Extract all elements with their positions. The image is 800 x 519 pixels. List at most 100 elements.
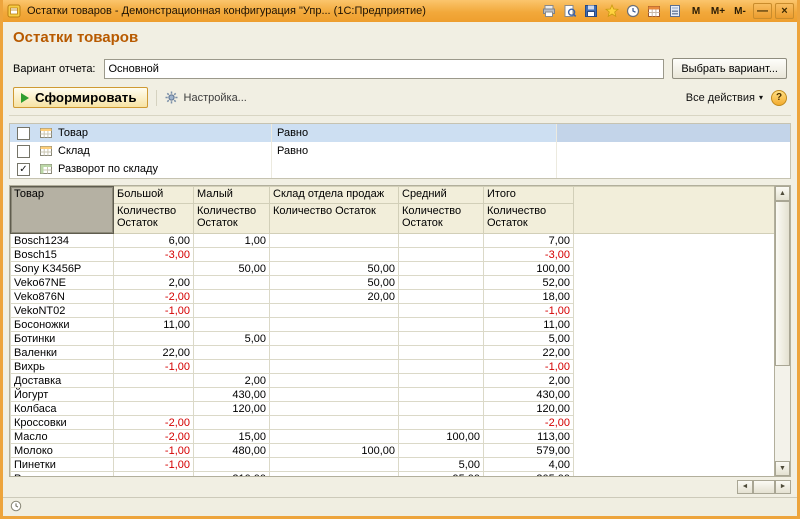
vertical-scrollbar[interactable]: ▲ ▼: [774, 186, 790, 476]
filter-checkbox[interactable]: [10, 124, 37, 142]
quantity-cell[interactable]: [270, 318, 399, 332]
quantity-cell[interactable]: [270, 374, 399, 388]
quantity-cell[interactable]: 5,00: [484, 332, 574, 346]
product-name-cell[interactable]: Йогурт: [11, 388, 114, 402]
quantity-cell[interactable]: 305,00: [484, 472, 574, 477]
save-icon[interactable]: [581, 3, 600, 20]
product-name-cell[interactable]: Кроссовки: [11, 416, 114, 430]
col-subheader[interactable]: Количество Остаток: [270, 204, 399, 234]
quantity-cell[interactable]: [270, 346, 399, 360]
quantity-cell[interactable]: -2,00: [114, 416, 194, 430]
quantity-cell[interactable]: 120,00: [194, 402, 270, 416]
table-row[interactable]: Bosch15-3,00-3,00: [11, 248, 775, 262]
table-row[interactable]: Bosch12346,001,007,00: [11, 234, 775, 248]
table-row[interactable]: VekoNT02-1,00-1,00: [11, 304, 775, 318]
scroll-up-button[interactable]: ▲: [775, 186, 790, 201]
quantity-cell[interactable]: [399, 444, 484, 458]
product-name-cell[interactable]: Доставка: [11, 374, 114, 388]
table-row[interactable]: Sony K3456P50,0050,00100,00: [11, 262, 775, 276]
quantity-cell[interactable]: 20,00: [270, 290, 399, 304]
quantity-cell[interactable]: [270, 234, 399, 248]
quantity-cell[interactable]: [194, 416, 270, 430]
table-row[interactable]: Ряженка210,0095,00305,00: [11, 472, 775, 477]
quantity-cell[interactable]: [399, 318, 484, 332]
memory-m-plus-button[interactable]: M+: [708, 3, 728, 19]
quantity-cell[interactable]: -1,00: [484, 304, 574, 318]
quantity-cell[interactable]: -1,00: [114, 304, 194, 318]
quantity-cell[interactable]: [399, 290, 484, 304]
quantity-cell[interactable]: 5,00: [194, 332, 270, 346]
filter-checkbox[interactable]: [10, 142, 37, 160]
scrollbar-thumb[interactable]: [775, 201, 790, 366]
col-group-maly[interactable]: Малый: [194, 187, 270, 204]
table-row[interactable]: Ботинки5,005,00: [11, 332, 775, 346]
col-subheader[interactable]: Количество Остаток: [484, 204, 574, 234]
quantity-cell[interactable]: 1,00: [194, 234, 270, 248]
quantity-cell[interactable]: [194, 248, 270, 262]
quantity-cell[interactable]: 95,00: [399, 472, 484, 477]
quantity-cell[interactable]: 100,00: [270, 444, 399, 458]
product-name-cell[interactable]: Колбаса: [11, 402, 114, 416]
quantity-cell[interactable]: [194, 290, 270, 304]
col-subheader[interactable]: Количество Остаток: [114, 204, 194, 234]
quantity-cell[interactable]: -1,00: [484, 360, 574, 374]
calculator-icon[interactable]: [665, 3, 684, 20]
favorites-star-icon[interactable]: [602, 3, 621, 20]
quantity-cell[interactable]: [194, 276, 270, 290]
quantity-cell[interactable]: [399, 248, 484, 262]
quantity-cell[interactable]: [399, 234, 484, 248]
filter-row[interactable]: СкладРавно: [10, 142, 790, 160]
quantity-cell[interactable]: 50,00: [194, 262, 270, 276]
col-group-bolshoy[interactable]: Большой: [114, 187, 194, 204]
table-row[interactable]: Масло-2,0015,00100,00113,00: [11, 430, 775, 444]
table-row[interactable]: Валенки22,0022,00: [11, 346, 775, 360]
quantity-cell[interactable]: [399, 346, 484, 360]
quantity-cell[interactable]: 480,00: [194, 444, 270, 458]
quantity-cell[interactable]: [114, 402, 194, 416]
quantity-cell[interactable]: [270, 332, 399, 346]
quantity-cell[interactable]: 15,00: [194, 430, 270, 444]
table-row[interactable]: Молоко-1,00480,00100,00579,00: [11, 444, 775, 458]
filter-row[interactable]: ✓Разворот по складу: [10, 160, 790, 178]
quantity-cell[interactable]: [399, 276, 484, 290]
quantity-cell[interactable]: 5,00: [399, 458, 484, 472]
quantity-cell[interactable]: -2,00: [114, 290, 194, 304]
product-name-cell[interactable]: Босоножки: [11, 318, 114, 332]
memory-m-button[interactable]: M: [686, 3, 706, 19]
print-icon[interactable]: [539, 3, 558, 20]
quantity-cell[interactable]: 22,00: [484, 346, 574, 360]
table-row[interactable]: Доставка2,002,00: [11, 374, 775, 388]
history-clock-icon[interactable]: [623, 3, 642, 20]
quantity-cell[interactable]: -1,00: [114, 458, 194, 472]
quantity-cell[interactable]: [114, 374, 194, 388]
quantity-cell[interactable]: [194, 458, 270, 472]
scrollbar-track[interactable]: [775, 201, 790, 461]
quantity-cell[interactable]: -1,00: [114, 360, 194, 374]
quantity-cell[interactable]: [270, 360, 399, 374]
quantity-cell[interactable]: 6,00: [114, 234, 194, 248]
quantity-cell[interactable]: 113,00: [484, 430, 574, 444]
horizontal-scrollbar-thumb[interactable]: [753, 480, 775, 494]
quantity-cell[interactable]: [270, 304, 399, 318]
quantity-cell[interactable]: [114, 472, 194, 477]
horizontal-scrollbar[interactable]: ◄ ►: [737, 480, 791, 494]
quantity-cell[interactable]: 2,00: [484, 374, 574, 388]
quantity-cell[interactable]: [114, 332, 194, 346]
quantity-cell[interactable]: 2,00: [114, 276, 194, 290]
history-icon[interactable]: [10, 500, 24, 514]
quantity-cell[interactable]: 11,00: [114, 318, 194, 332]
quantity-cell[interactable]: [270, 248, 399, 262]
all-actions-button[interactable]: Все действия ▾: [686, 92, 763, 104]
table-row[interactable]: Босоножки11,0011,00: [11, 318, 775, 332]
quantity-cell[interactable]: 52,00: [484, 276, 574, 290]
quantity-cell[interactable]: -2,00: [484, 416, 574, 430]
scroll-right-button[interactable]: ►: [775, 480, 791, 494]
titlebar[interactable]: Остатки товаров - Демонстрационная конфи…: [3, 0, 797, 22]
quantity-cell[interactable]: 22,00: [114, 346, 194, 360]
col-header-product[interactable]: Товар: [11, 187, 114, 234]
quantity-cell[interactable]: 579,00: [484, 444, 574, 458]
col-group-sredniy[interactable]: Средний: [399, 187, 484, 204]
table-row[interactable]: Veko876N-2,0020,0018,00: [11, 290, 775, 304]
product-name-cell[interactable]: Veko876N: [11, 290, 114, 304]
quantity-cell[interactable]: [399, 304, 484, 318]
